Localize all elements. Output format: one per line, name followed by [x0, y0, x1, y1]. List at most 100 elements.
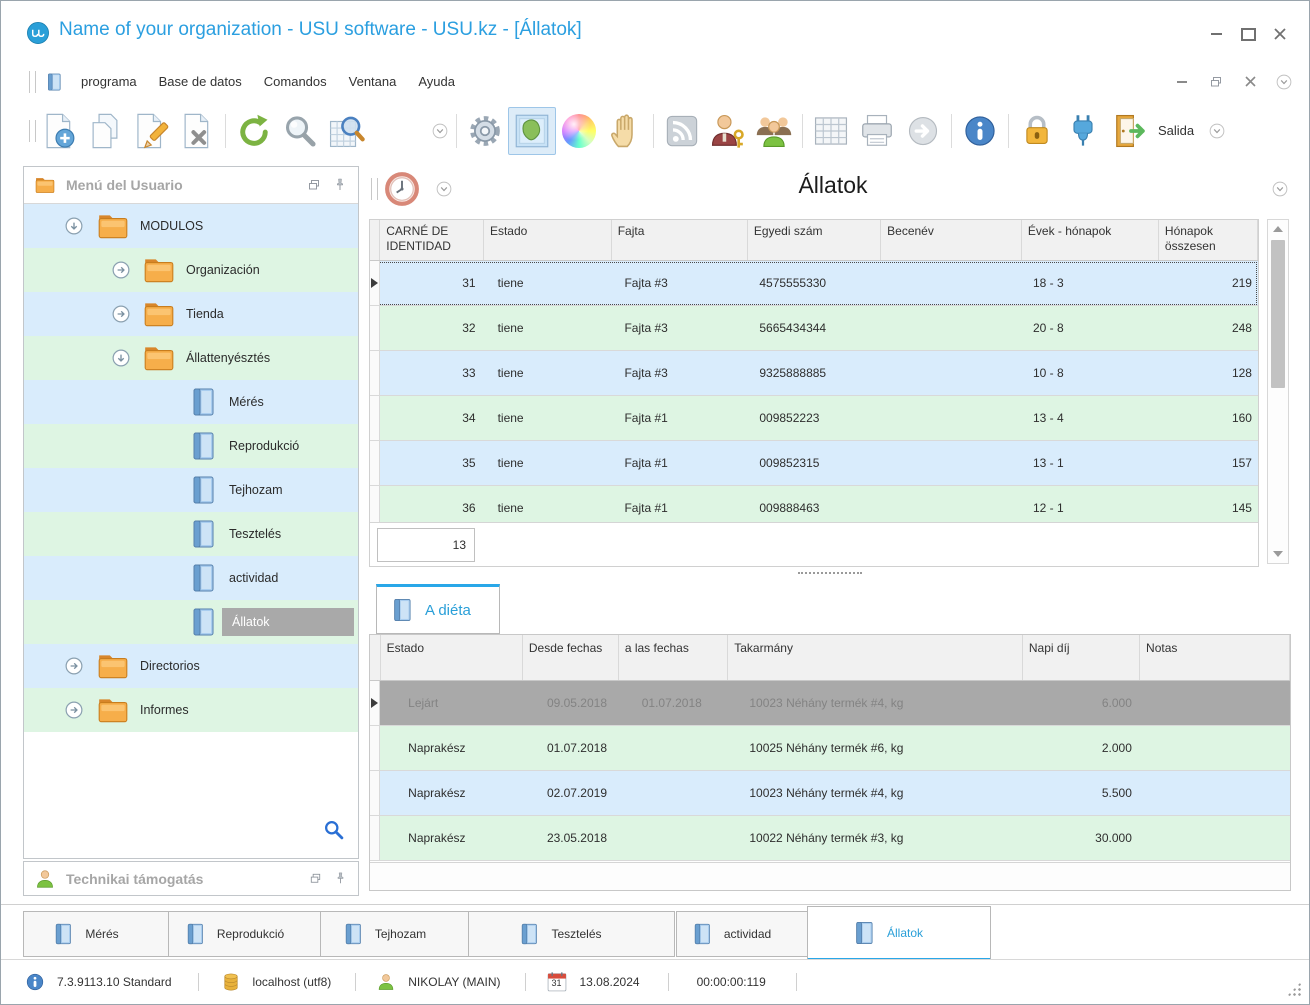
go-button[interactable]	[900, 108, 946, 154]
expand-node-icon[interactable]	[62, 698, 86, 722]
table-row[interactable]: 35 tiene Fajta #1 009852315 13 - 1 157	[370, 441, 1258, 486]
column-header[interactable]: Takarmány	[728, 635, 1023, 680]
table-view-button[interactable]	[808, 108, 854, 154]
users-button[interactable]	[751, 108, 797, 154]
panel-float-icon[interactable]	[308, 871, 323, 886]
exit-button[interactable]: Salida	[1106, 112, 1200, 150]
menubar-options-chevron-icon[interactable]	[1273, 71, 1295, 93]
tree-item-allattenyesztes[interactable]: Állattenyésztés	[24, 336, 358, 380]
column-header[interactable]: Estado	[381, 635, 523, 680]
tree-item-allatok-selected[interactable]: Állatok	[24, 600, 358, 644]
feed-button[interactable]	[659, 108, 705, 154]
tree-item-tejhozam[interactable]: Tejhozam	[24, 468, 358, 512]
tree-item-actividad[interactable]: actividad	[24, 556, 358, 600]
column-header[interactable]: Évek - hónapok	[1022, 220, 1159, 260]
settings-button[interactable]	[462, 108, 508, 154]
column-header[interactable]: Fajta	[612, 220, 748, 260]
column-header[interactable]: Egyedi szám	[748, 220, 882, 260]
menu-programa[interactable]: programa	[70, 68, 148, 95]
expand-node-icon[interactable]	[109, 258, 133, 282]
colors-button[interactable]	[556, 108, 602, 154]
tree-item-meres[interactable]: Mérés	[24, 380, 358, 424]
doc-tab-tejhozam[interactable]: Tejhozam	[320, 911, 471, 957]
delete-record-button[interactable]	[174, 108, 220, 154]
info-button[interactable]	[957, 108, 1003, 154]
collapse-node-icon[interactable]	[109, 346, 133, 370]
mdi-restore-button[interactable]	[1203, 73, 1229, 91]
database-icon[interactable]	[221, 972, 241, 992]
hand-button[interactable]	[602, 108, 648, 154]
close-tab-icon[interactable]	[933, 926, 947, 940]
table-row-selected[interactable]: Lejárt 09.05.2018 01.07.2018 10023 Néhán…	[370, 681, 1290, 726]
calendar-icon[interactable]: 31	[546, 971, 568, 993]
tab-a-dieta[interactable]: A diéta	[376, 584, 500, 634]
close-tab-icon[interactable]	[294, 927, 308, 941]
tree-item-directorios[interactable]: Directorios	[24, 644, 358, 688]
resize-grip[interactable]	[1287, 982, 1301, 996]
refresh-button[interactable]	[231, 108, 277, 154]
connection-button[interactable]	[1060, 108, 1106, 154]
column-header[interactable]: Notas	[1140, 635, 1290, 680]
map-button[interactable]	[508, 106, 556, 155]
column-header[interactable]: Estado	[484, 220, 612, 260]
search-table-button[interactable]	[323, 108, 369, 154]
column-header[interactable]: Desde fechas	[523, 635, 619, 680]
doc-tab-allatok-active[interactable]: Állatok	[807, 906, 991, 962]
menu-base-de-datos[interactable]: Base de datos	[148, 68, 253, 95]
lock-button[interactable]	[1014, 108, 1060, 154]
user-permissions-button[interactable]	[705, 108, 751, 154]
table-row[interactable]: 32 tiene Fajta #3 5665434344 20 - 8 248	[370, 306, 1258, 351]
copy-record-button[interactable]	[82, 108, 128, 154]
menu-comandos[interactable]: Comandos	[253, 68, 338, 95]
tree-item-informes[interactable]: Informes	[24, 688, 358, 732]
close-tab-icon[interactable]	[436, 927, 450, 941]
panel-pin-icon[interactable]	[333, 871, 348, 886]
column-header[interactable]: a las fechas	[619, 635, 729, 680]
new-record-button[interactable]	[36, 108, 82, 154]
tree-search-icon[interactable]	[322, 818, 346, 842]
user-icon[interactable]	[376, 972, 396, 992]
expand-node-icon[interactable]	[109, 302, 133, 326]
menu-ayuda[interactable]: Ayuda	[407, 68, 466, 95]
expand-node-icon[interactable]	[62, 654, 86, 678]
support-panel[interactable]: Technikai támogatás	[23, 861, 359, 896]
column-header[interactable]: CARNÉ DE IDENTIDAD	[380, 220, 484, 260]
column-header[interactable]: Becenév	[881, 220, 1022, 260]
table-row[interactable]: 34 tiene Fajta #1 009852223 13 - 4 160	[370, 396, 1258, 441]
header-right-chevron-icon[interactable]	[1269, 178, 1291, 200]
mdi-minimize-button[interactable]	[1169, 73, 1195, 91]
collapse-node-icon[interactable]	[62, 214, 86, 238]
tree-item-reprodukcio[interactable]: Reprodukció	[24, 424, 358, 468]
table-row[interactable]: Naprakész 02.07.2019 10023 Néhány termék…	[370, 771, 1290, 816]
horizontal-splitter[interactable]	[369, 568, 1291, 578]
info-icon[interactable]	[25, 972, 45, 992]
tree-item-modulos[interactable]: MODULOS	[24, 204, 358, 248]
doc-tab-meres[interactable]: Mérés	[23, 911, 171, 957]
menubar-grip[interactable]	[29, 70, 36, 93]
doc-tab-actividad[interactable]: actividad	[676, 911, 809, 957]
table-row[interactable]: 33 tiene Fajta #3 9325888885 10 - 8 128	[370, 351, 1258, 396]
menu-ventana[interactable]: Ventana	[338, 68, 408, 95]
toolbar-overflow-chevron-icon[interactable]	[429, 120, 451, 142]
toolbar-grip[interactable]	[29, 119, 36, 142]
scroll-down-button[interactable]	[1268, 545, 1288, 563]
close-tab-icon[interactable]	[612, 927, 626, 941]
scroll-up-button[interactable]	[1268, 220, 1288, 238]
edit-record-button[interactable]	[128, 108, 174, 154]
print-button[interactable]	[854, 108, 900, 154]
vertical-scrollbar[interactable]	[1267, 219, 1289, 564]
close-button[interactable]	[1267, 25, 1293, 43]
minimize-button[interactable]	[1203, 25, 1229, 43]
table-row[interactable]: Naprakész 23.05.2018 10022 Néhány termék…	[370, 816, 1290, 861]
doc-tab-reprodukcio[interactable]: Reprodukció	[168, 911, 323, 957]
doc-tab-teszteles[interactable]: Tesztelés	[468, 911, 675, 957]
tree-item-organizacion[interactable]: Organización	[24, 248, 358, 292]
close-tab-icon[interactable]	[129, 927, 143, 941]
scrollbar-thumb[interactable]	[1271, 240, 1285, 388]
close-tab-icon[interactable]	[781, 927, 795, 941]
record-count-box[interactable]: 13	[377, 528, 475, 562]
tree-item-tienda[interactable]: Tienda	[24, 292, 358, 336]
maximize-button[interactable]	[1235, 25, 1261, 43]
panel-float-icon[interactable]	[306, 177, 322, 193]
tree-item-teszteles[interactable]: Tesztelés	[24, 512, 358, 556]
